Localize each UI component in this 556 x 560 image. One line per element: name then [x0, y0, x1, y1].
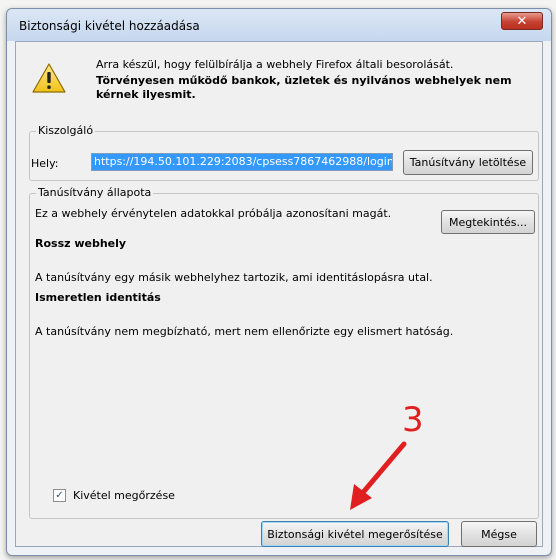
permanent-exception-label[interactable]: Kivétel megőrzése: [73, 489, 175, 502]
confirm-exception-label: Biztonsági kivétel megerősítése: [267, 527, 443, 541]
warning-text: Arra készül, hogy felülbírálja a webhely…: [96, 58, 454, 71]
cancel-label: Mégse: [481, 527, 517, 541]
close-button[interactable]: ✕: [501, 12, 543, 30]
confirm-exception-button[interactable]: Biztonsági kivétel megerősítése: [261, 521, 449, 547]
checkmark-icon: ✓: [55, 489, 64, 501]
title-bar[interactable]: Biztonsági kivétel hozzáadása ✕: [7, 9, 551, 41]
get-certificate-label: Tanúsítvány letöltése: [409, 156, 527, 169]
location-url-value: https://194.50.101.229:2083/cpsess786746…: [92, 154, 392, 170]
view-certificate-button[interactable]: Megtekintés...: [441, 210, 535, 234]
server-group-label: Kiszolgáló: [36, 124, 96, 137]
close-icon: ✕: [516, 13, 528, 29]
cancel-button[interactable]: Mégse: [461, 521, 537, 547]
get-certificate-button[interactable]: Tanúsítvány letöltése: [403, 150, 533, 175]
dialog-title: Biztonsági kivétel hozzáadása: [19, 19, 200, 33]
red-arrow-icon: [350, 441, 407, 510]
security-exception-dialog: Biztonsági kivétel hozzáadása ✕ Arra kés…: [6, 8, 552, 556]
wrong-site-heading: Rossz webhely: [35, 237, 127, 250]
status-group-label: Tanúsítvány állapota: [36, 186, 154, 199]
permanent-exception-checkbox[interactable]: ✓: [53, 489, 66, 502]
warning-triangle-icon: [32, 63, 66, 93]
unknown-identity-text: A tanúsítvány nem megbízható, mert nem e…: [35, 325, 454, 338]
location-url-input[interactable]: https://194.50.101.229:2083/cpsess786746…: [91, 153, 393, 171]
wrong-site-text: A tanúsítvány egy másik webhelyhez tarto…: [35, 271, 433, 284]
view-certificate-label: Megtekintés...: [448, 215, 528, 229]
location-label: Hely:: [31, 157, 59, 170]
warning-emphasis-text: Törvényesen működő bankok, üzletek és ny…: [96, 74, 512, 101]
status-line: Ez a webhely érvénytelen adatokkal próbá…: [35, 207, 392, 220]
unknown-identity-heading: Ismeretlen identitás: [35, 291, 161, 304]
annotation-step-number: 3: [402, 400, 424, 440]
